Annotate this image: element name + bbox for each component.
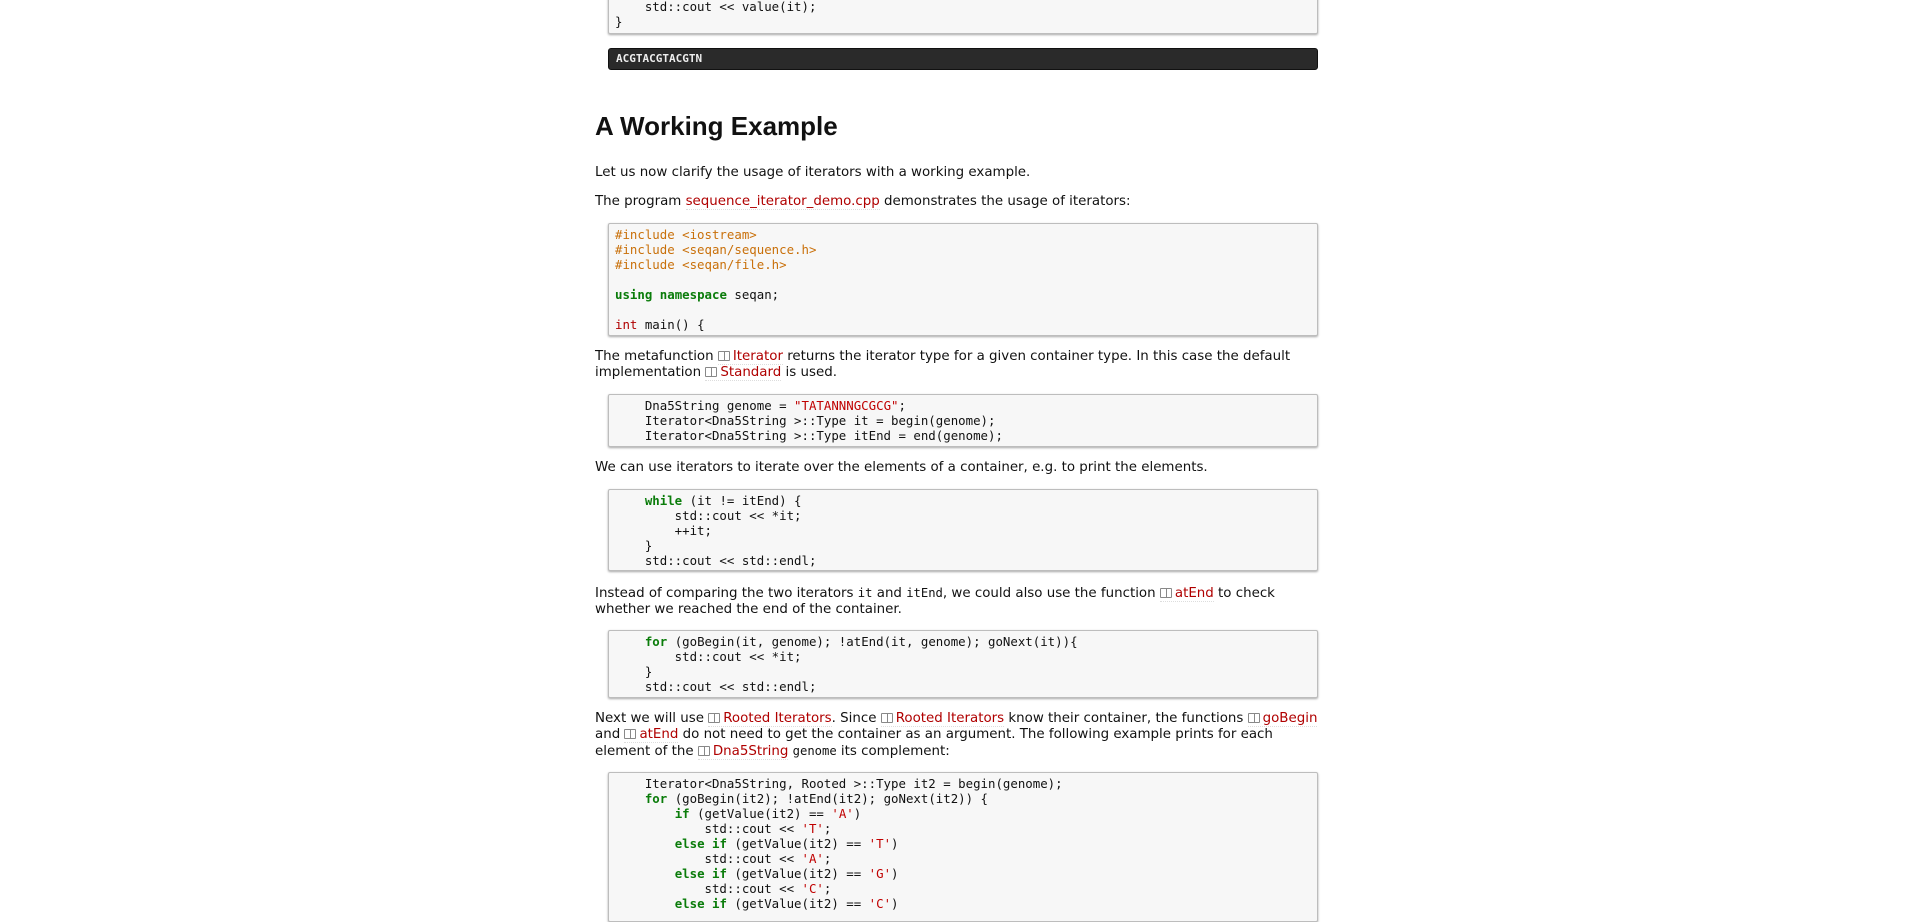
book-icon [624,729,637,739]
standard-link[interactable]: Standard [705,365,782,381]
include-line: #include <iostream> [615,227,757,242]
char-literal: 'A' [801,851,824,866]
atend-link[interactable]: atEnd [1159,586,1214,602]
code-line: } [615,664,653,679]
section-heading: A Working Example [595,111,838,141]
keyword: using [615,287,653,302]
code-line: Iterator<Dna5String >::Type itEnd = end(… [615,428,1003,443]
inline-code: itEnd [906,586,943,600]
code-block-previous: std::cout << value(it); } [608,0,1318,34]
gobegin-link[interactable]: goBegin [1247,711,1318,727]
code-line: ++it; [615,523,712,538]
code-line: } [615,14,623,29]
dna5string-link[interactable]: Dna5String [697,744,789,760]
char-literal: 'C' [801,881,824,896]
char-literal: 'T' [801,821,824,836]
char-literal: 'G' [868,866,892,881]
code-line: Iterator<Dna5String >::Type it = begin(g… [615,413,996,428]
keyword: else if [674,836,727,851]
keyword: for [644,791,668,806]
rooted-paragraph: Next we will use Rooted Iterators. Since… [595,711,1318,760]
code-block-includes: #include <iostream> #include <seqan/sequ… [608,223,1318,336]
program-output: ACGTACGTACGTN [608,48,1318,70]
book-icon [705,367,718,377]
code-line: std::cout << *it; [615,508,802,523]
code-block-complement: Iterator<Dna5String, Rooted >::Type it2 … [608,772,1318,922]
book-icon [880,713,893,723]
keyword: namespace [659,287,727,302]
code-block-for: for (goBegin(it, genome); !atEnd(it, gen… [608,630,1318,698]
book-icon [708,713,721,723]
code-line: Iterator<Dna5String, Rooted >::Type it2 … [615,776,1063,791]
char-literal: 'T' [868,836,892,851]
inline-code: genome [792,744,837,758]
book-icon [717,351,730,361]
keyword: if [674,806,690,821]
intro-paragraph: Let us now clarify the usage of iterator… [595,165,1031,180]
code-line: std::cout << value(it); [615,0,817,14]
keyword: while [644,493,683,508]
code-line: std::cout << std::endl; [615,553,817,568]
atend-link[interactable]: atEnd [624,727,679,743]
include-line: #include <seqan/file.h> [615,257,787,272]
inline-code: it [857,586,873,600]
source-file-link[interactable]: sequence_iterator_demo.cpp [685,194,880,210]
char-literal: 'A' [831,806,854,821]
keyword: else if [674,866,727,881]
code-block-genome: Dna5String genome = "TATANNNGCGCG"; Iter… [608,394,1318,447]
rooted-iterators-link[interactable]: Rooted Iterators [708,711,832,727]
code-line: } [615,538,653,553]
code-line: std::cout << *it; [615,649,802,664]
program-paragraph: The program sequence_iterator_demo.cpp d… [595,194,1131,210]
atend-paragraph: Instead of comparing the two iterators i… [595,586,1275,617]
string-literal: "TATANNNGCGCG" [794,398,899,413]
include-line: #include <seqan/sequence.h> [615,242,817,257]
code-block-while: while (it != itEnd) { std::cout << *it; … [608,489,1318,571]
book-icon [697,746,710,756]
type-keyword: int [615,317,638,332]
iterate-paragraph: We can use iterators to iterate over the… [595,460,1208,475]
rooted-iterators-link[interactable]: Rooted Iterators [880,711,1005,727]
book-icon [1159,588,1172,598]
code-line: std::cout << std::endl; [615,679,817,694]
iterator-link[interactable]: Iterator [717,349,783,365]
book-icon [1247,713,1260,723]
metafunction-paragraph: The metafunction Iterator returns the it… [595,349,1291,381]
keyword: for [644,634,668,649]
